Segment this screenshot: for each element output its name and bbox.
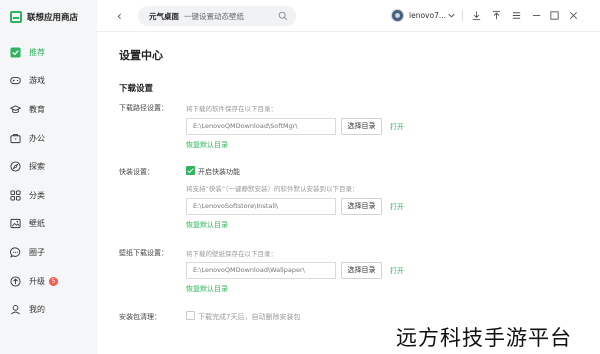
download-path-hint: 将下载的软件保存在以下目录： bbox=[186, 105, 277, 113]
topbar: ‹ 元气桌面 一键设置动态壁纸 lenovo7... bbox=[97, 0, 600, 32]
menu-icon[interactable] bbox=[511, 10, 522, 21]
sidebar-item-label: 我的 bbox=[29, 305, 45, 315]
sidebar-item-recommend[interactable]: 推荐 bbox=[0, 38, 97, 67]
sidebar-item-label: 壁纸 bbox=[29, 219, 45, 229]
store-logo-icon bbox=[10, 11, 22, 23]
sidebar-item-label: 教育 bbox=[29, 104, 45, 114]
sidebar-item-label: 推荐 bbox=[29, 47, 45, 57]
user-icon bbox=[10, 304, 21, 315]
wallpaper-path-choose-button[interactable]: 选择目录 bbox=[341, 262, 382, 279]
chat-bubble-icon bbox=[10, 247, 21, 258]
quick-install-open-link[interactable]: 打开 bbox=[390, 202, 404, 212]
quick-install-path-field[interactable]: E:\LenovoSoftstore\Install\ bbox=[186, 198, 336, 215]
download-path-restore-link[interactable]: 恢复默认目录 bbox=[186, 140, 228, 150]
minimize-icon[interactable] bbox=[531, 10, 542, 21]
user-name[interactable]: lenovo7... bbox=[409, 11, 446, 20]
sidebar-item-upgrade[interactable]: 升级 5 bbox=[0, 267, 97, 296]
quick-install-hint: 将支持“快装”（一键静默安装）的软件默认安装到以下目录： bbox=[186, 185, 359, 193]
close-icon[interactable] bbox=[568, 10, 579, 21]
picture-icon bbox=[10, 218, 21, 229]
cleanup-checkbox-label[interactable]: 下载完成7天后，自动删除安装包 bbox=[198, 312, 300, 322]
quick-install-checkbox-label[interactable]: 开启快装功能 bbox=[198, 167, 240, 177]
quick-install-label: 快装设置： bbox=[119, 168, 154, 176]
page-title: 设置中心 bbox=[119, 49, 163, 62]
sidebar-item-label: 办公 bbox=[29, 133, 45, 143]
search-hint: 一键设置动态壁纸 bbox=[184, 12, 244, 21]
gamepad-icon bbox=[10, 75, 21, 86]
watermark-text: 远方科技手游平台 bbox=[396, 326, 572, 350]
quick-install-restore-link[interactable]: 恢复默认目录 bbox=[186, 220, 228, 230]
sidebar-item-circle[interactable]: 圈子 bbox=[0, 238, 97, 267]
toolbar-divider bbox=[462, 10, 463, 21]
sidebar-item-label: 游戏 bbox=[29, 76, 45, 86]
download-path-field[interactable]: E:\LenovoQMDownload\SoftMgr\ bbox=[186, 118, 336, 135]
sidebar: 联想应用商店 推荐 游戏 教育 办公 探索 分类 壁纸 圈子 升级 5 我的 bbox=[0, 0, 97, 354]
sidebar-item-label: 探索 bbox=[29, 162, 45, 172]
sidebar-item-label: 升级 bbox=[29, 276, 45, 286]
sidebar-item-office[interactable]: 办公 bbox=[0, 124, 97, 153]
wallpaper-path-open-link[interactable]: 打开 bbox=[390, 266, 404, 276]
cleanup-checkbox[interactable] bbox=[186, 311, 195, 320]
download-path-label: 下载路径设置： bbox=[119, 104, 168, 112]
sidebar-item-games[interactable]: 游戏 bbox=[0, 67, 97, 96]
app-logo: 联想应用商店 bbox=[10, 9, 78, 25]
graduation-cap-icon bbox=[10, 104, 21, 115]
sidebar-item-education[interactable]: 教育 bbox=[0, 95, 97, 124]
avatar[interactable] bbox=[391, 9, 404, 22]
maximize-icon[interactable] bbox=[549, 10, 560, 21]
download-path-choose-button[interactable]: 选择目录 bbox=[341, 118, 382, 135]
cleanup-label: 安装包清理： bbox=[119, 313, 161, 321]
compass-icon bbox=[10, 161, 21, 172]
grid-icon bbox=[10, 190, 21, 201]
back-arrow-icon[interactable]: ‹ bbox=[117, 9, 129, 23]
download-path-open-link[interactable]: 打开 bbox=[390, 122, 404, 132]
quick-install-choose-button[interactable]: 选择目录 bbox=[341, 198, 382, 215]
download-icon[interactable] bbox=[471, 10, 482, 21]
sidebar-nav: 推荐 游戏 教育 办公 探索 分类 壁纸 圈子 升级 5 我的 bbox=[0, 38, 97, 324]
sidebar-item-wallpaper[interactable]: 壁纸 bbox=[0, 210, 97, 239]
sidebar-item-mine[interactable]: 我的 bbox=[0, 295, 97, 324]
upload-icon[interactable] bbox=[491, 10, 502, 21]
wallpaper-path-hint: 将下载的壁纸保存在以下目录： bbox=[186, 250, 277, 258]
wallpaper-path-restore-link[interactable]: 恢复默认目录 bbox=[186, 284, 228, 294]
upgrade-count-badge: 5 bbox=[49, 276, 58, 286]
sidebar-item-label: 圈子 bbox=[29, 247, 45, 257]
sidebar-item-explore[interactable]: 探索 bbox=[0, 152, 97, 181]
search-box[interactable]: 元气桌面 一键设置动态壁纸 bbox=[138, 6, 296, 26]
briefcase-icon bbox=[10, 133, 21, 144]
sidebar-item-label: 分类 bbox=[29, 190, 45, 200]
search-icon[interactable] bbox=[278, 11, 288, 21]
search-query[interactable]: 元气桌面 bbox=[149, 11, 179, 22]
upgrade-icon bbox=[10, 276, 21, 287]
wallpaper-path-field[interactable]: E:\LenovoQMDownload\Wallpaper\ bbox=[186, 262, 336, 279]
quick-install-checkbox[interactable] bbox=[186, 166, 195, 175]
settings-panel: 设置中心 下载设置 下载路径设置： 将下载的软件保存在以下目录： E:\Leno… bbox=[97, 32, 600, 354]
app-title: 联想应用商店 bbox=[27, 13, 79, 23]
chevron-down-icon[interactable] bbox=[446, 10, 457, 21]
wallpaper-path-label: 壁纸下载设置： bbox=[119, 249, 168, 257]
section-title-download: 下载设置 bbox=[119, 84, 154, 94]
recommend-icon bbox=[10, 47, 21, 58]
sidebar-item-categories[interactable]: 分类 bbox=[0, 181, 97, 210]
